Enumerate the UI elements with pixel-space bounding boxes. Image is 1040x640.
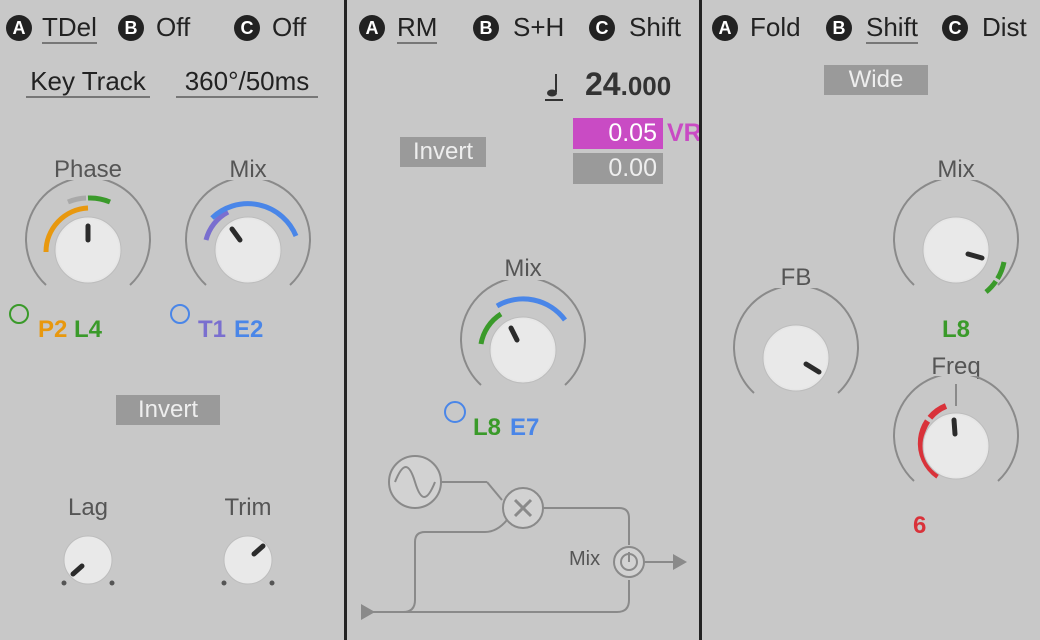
- freq-mod-value: 6: [913, 512, 927, 539]
- input-arrow-icon: [361, 604, 375, 620]
- slot-a-badge: A: [6, 15, 32, 41]
- phase-mod-arc-gray: [67, 195, 87, 205]
- tempo-integer: 24: [585, 66, 621, 102]
- slot-a-badge: A: [712, 15, 738, 41]
- tempo-fraction: .000: [620, 71, 672, 101]
- fb-knob[interactable]: [726, 288, 866, 418]
- mix-mod-ring[interactable]: [170, 304, 190, 324]
- invert-toggle[interactable]: Invert: [116, 395, 220, 425]
- phase-knob[interactable]: [18, 180, 158, 310]
- vr-label: VR: [667, 119, 702, 147]
- trim-label: Trim: [224, 494, 272, 521]
- mix-mod-e2: E2: [234, 316, 264, 343]
- effects-rack: A TDel B Off C Off Key Track 360°/50ms P…: [0, 0, 1040, 640]
- slot-b-badge: B: [473, 15, 499, 41]
- slot-a-mode[interactable]: RM: [397, 12, 438, 44]
- slot-a-badge: A: [359, 15, 385, 41]
- invert-toggle[interactable]: Invert: [400, 137, 486, 167]
- freq-knob[interactable]: [886, 376, 1026, 506]
- slot-c-badge: C: [589, 15, 615, 41]
- slot-b-badge: B: [826, 15, 852, 41]
- slot-c-badge: C: [942, 15, 968, 41]
- phase-mod-l4: L4: [74, 316, 103, 343]
- panel-ring-mod: A RM B S+H C Shift 24.000 0.05 VR 0.00 I…: [347, 0, 702, 640]
- quarter-note-icon[interactable]: [543, 70, 565, 102]
- mix-knob[interactable]: [178, 180, 318, 310]
- slot-a-mode[interactable]: TDel: [42, 12, 97, 44]
- trim-knob[interactable]: [218, 530, 278, 590]
- mix-knob[interactable]: [453, 280, 593, 410]
- slot-b-mode[interactable]: S+H: [513, 12, 564, 42]
- vr-value-box[interactable]: 0.05: [573, 118, 663, 149]
- mix-mod-arc-green: [984, 261, 1007, 294]
- key-track-selector[interactable]: Key Track: [26, 66, 150, 98]
- slot-a-mode[interactable]: Fold: [750, 12, 801, 42]
- panel-fold: A Fold B Shift C Dist Wide Mix L8 FB Fre…: [702, 0, 1040, 640]
- slot-c-mode[interactable]: Shift: [629, 12, 681, 42]
- mix-mod-l8: L8: [473, 414, 502, 441]
- mix-mod-l8: L8: [942, 316, 971, 343]
- phase-mod-arc-green: [87, 195, 111, 205]
- lag-label: Lag: [67, 494, 109, 521]
- mix-label: Mix: [504, 255, 542, 282]
- rate-selector[interactable]: 360°/50ms: [176, 66, 318, 98]
- slot-c-mode[interactable]: Off: [272, 12, 306, 42]
- slot-b-badge: B: [118, 15, 144, 41]
- phase-mod-p2: P2: [38, 316, 68, 343]
- tempo-value[interactable]: 24.000: [585, 66, 671, 103]
- slot-c-mode[interactable]: Dist: [982, 12, 1027, 42]
- lag-knob[interactable]: [58, 530, 118, 590]
- slot-b-mode[interactable]: Shift: [866, 12, 919, 44]
- mix-knob[interactable]: [886, 180, 1026, 310]
- output-arrow-icon: [673, 554, 687, 570]
- diagram-mix-label: Mix: [569, 548, 601, 570]
- mix-mod-arc-blue: [495, 296, 568, 322]
- slot-c-badge: C: [234, 15, 260, 41]
- mix-mod-ring[interactable]: [444, 401, 466, 423]
- mix-mod-e7: E7: [510, 414, 540, 441]
- slot-b-mode[interactable]: Off: [156, 12, 190, 42]
- panel-delay: A TDel B Off C Off Key Track 360°/50ms P…: [0, 0, 344, 640]
- phase-mod-ring[interactable]: [9, 304, 29, 324]
- wide-toggle[interactable]: Wide: [824, 65, 928, 95]
- mix-mod-t1: T1: [198, 316, 227, 343]
- signal-flow-diagram: [361, 455, 687, 620]
- offset-value-box[interactable]: 0.00: [573, 153, 663, 184]
- freq-knob-pointer: [951, 417, 958, 437]
